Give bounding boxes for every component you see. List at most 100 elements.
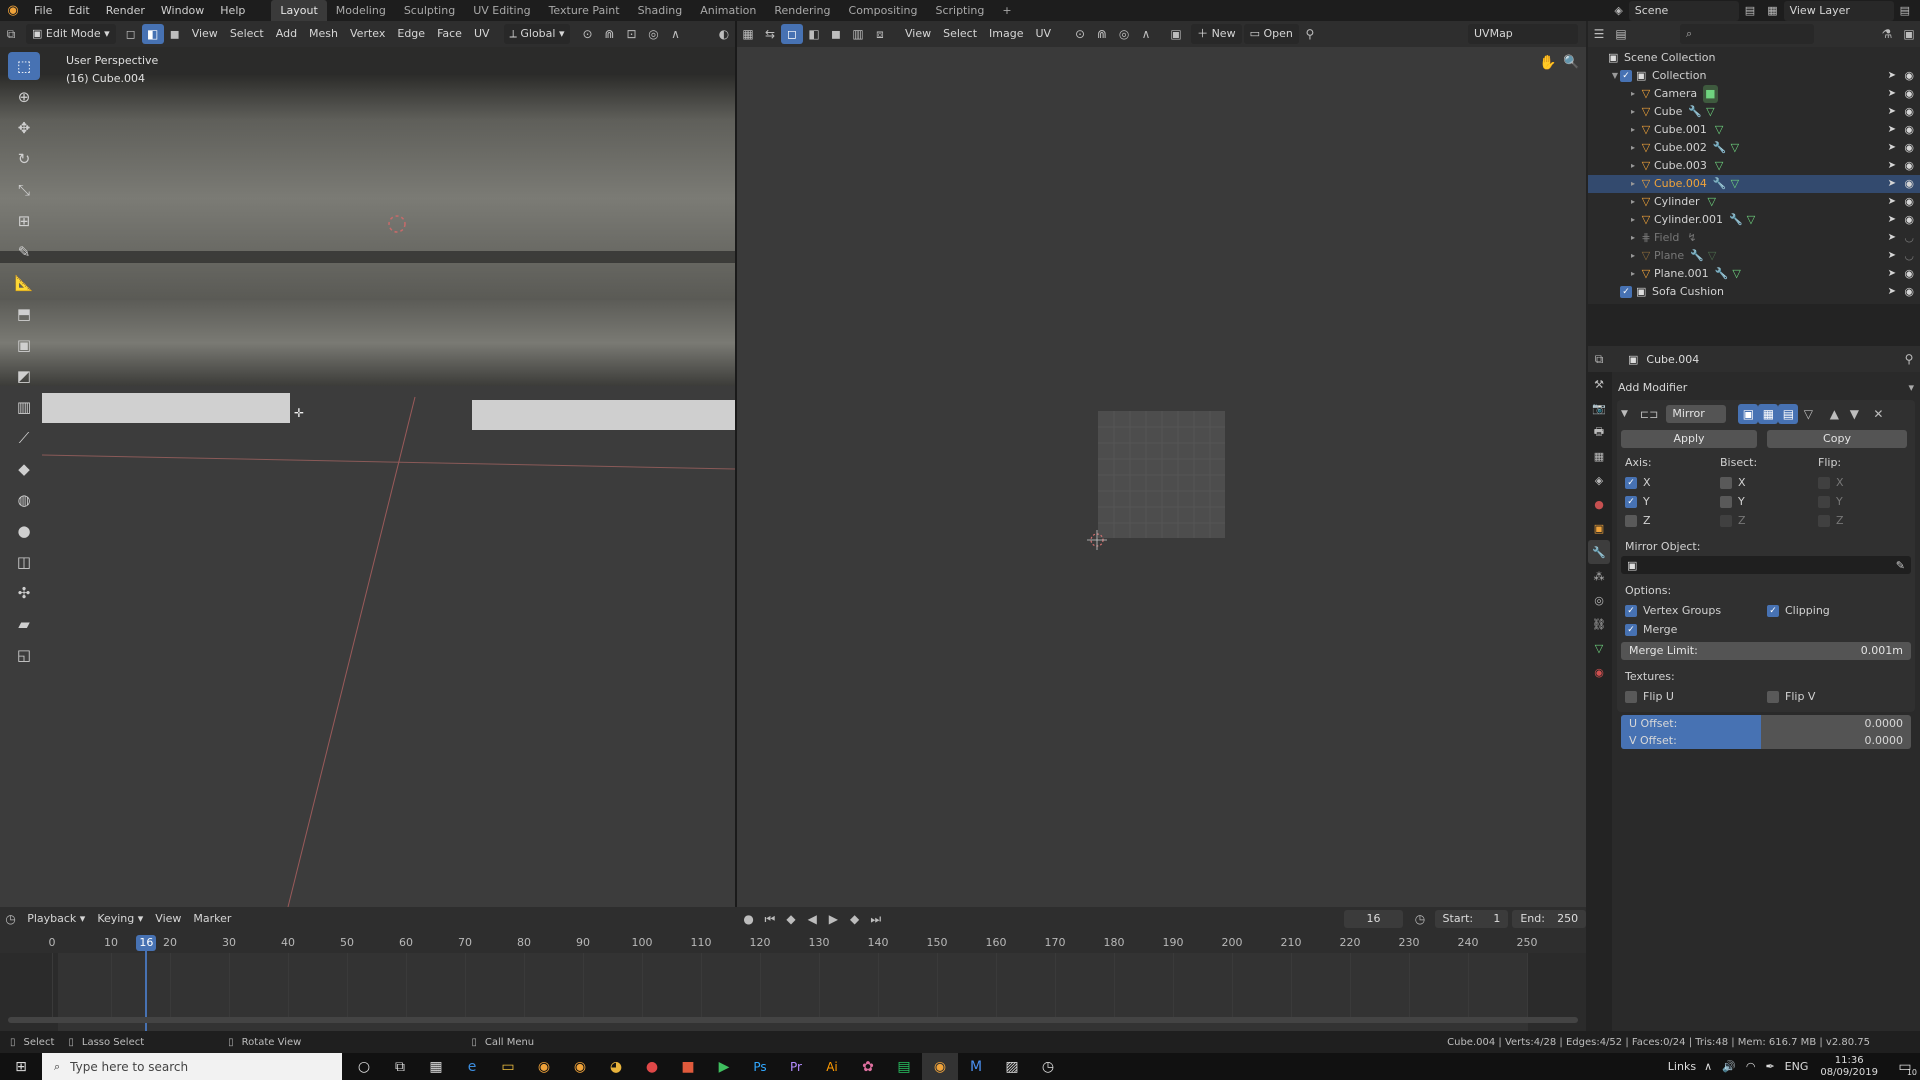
workspace-tab-animation[interactable]: Animation xyxy=(691,0,765,21)
notifications-icon[interactable]: ▭ 10 xyxy=(1890,1053,1920,1080)
flip-v-checkbox[interactable]: Flip V xyxy=(1767,690,1815,703)
pivot-point-icon[interactable]: ⊙ xyxy=(576,24,598,44)
color-app-icon[interactable]: ✿ xyxy=(850,1053,886,1080)
outliner-editor-type-icon[interactable]: ☰ xyxy=(1588,24,1610,44)
data-properties-tab-icon[interactable]: ▽ xyxy=(1588,636,1610,660)
menu-edge[interactable]: Edge xyxy=(391,24,431,44)
overlay-icon[interactable]: ◐ xyxy=(713,24,735,44)
collection-include-checkbox[interactable]: ✓ xyxy=(1620,286,1632,298)
menu-window[interactable]: Window xyxy=(153,0,212,21)
3d-viewport[interactable]: ✛ User Perspective (16) Cube.004 xyxy=(0,47,735,907)
uv-menu-uv[interactable]: UV xyxy=(1030,24,1058,44)
annotate-tool-icon[interactable]: ✎ xyxy=(8,238,40,266)
visibility-eye-icon[interactable]: ◉ xyxy=(1904,85,1914,103)
properties-editor-type-icon[interactable]: ⧉ xyxy=(1588,349,1610,369)
menu-playback[interactable]: Playback ▾ xyxy=(21,909,91,929)
play-reverse-icon[interactable]: ◀ xyxy=(802,909,823,929)
collapse-arrow-icon[interactable]: ▼ xyxy=(1621,409,1628,419)
selectable-arrow-icon[interactable]: ➤ xyxy=(1888,283,1896,301)
outliner-item-plane-001[interactable]: ▸ ▽ Plane.001 🔧 ▽ ➤ ◉ xyxy=(1588,265,1920,283)
transform-tool-icon[interactable]: ⊞ xyxy=(8,207,40,235)
tool-properties-tab-icon[interactable]: ⚒ xyxy=(1588,372,1610,396)
menu-mesh[interactable]: Mesh xyxy=(303,24,344,44)
workspace-tab-modeling[interactable]: Modeling xyxy=(327,0,395,21)
extrude-tool-icon[interactable]: ⬒ xyxy=(8,300,40,328)
uv-face-select-icon[interactable]: ◼ xyxy=(825,24,847,44)
physics-properties-tab-icon[interactable]: ◎ xyxy=(1588,588,1610,612)
snap-target-icon[interactable]: ⊡ xyxy=(620,24,642,44)
constraints-properties-tab-icon[interactable]: ⛓ xyxy=(1588,612,1610,636)
outliner-item-cube-002[interactable]: ▸ ▽ Cube.002 🔧 ▽ ➤ ◉ xyxy=(1588,139,1920,157)
menu-marker[interactable]: Marker xyxy=(187,909,237,929)
clock-app-icon[interactable]: ◷ xyxy=(1030,1053,1066,1080)
zoom-view-icon[interactable]: 🔍 xyxy=(1563,55,1579,70)
workspace-tab-layout[interactable]: Layout xyxy=(271,0,327,21)
green-app-icon[interactable]: ▤ xyxy=(886,1053,922,1080)
cursor-tool-icon[interactable]: ⊕ xyxy=(8,83,40,111)
preview-range-icon[interactable]: ◷ xyxy=(1409,909,1430,929)
sync-selection-icon[interactable]: ⇆ xyxy=(759,24,781,44)
merge-checkbox[interactable]: ✓ Merge xyxy=(1625,623,1677,636)
bisect-z-checkbox[interactable]: Z xyxy=(1720,514,1746,527)
render-display-icon[interactable]: ▽ xyxy=(1798,404,1818,424)
pin-icon[interactable]: ⚲ xyxy=(1299,24,1321,44)
world-properties-tab-icon[interactable]: ● xyxy=(1588,492,1610,516)
falloff-icon[interactable]: ∧ xyxy=(664,24,686,44)
premiere-icon[interactable]: Pr xyxy=(778,1053,814,1080)
remove-modifier-icon[interactable]: ✕ xyxy=(1868,404,1888,424)
hidden-eye-icon[interactable]: ◡ xyxy=(1904,229,1914,247)
shrink-fatten-tool-icon[interactable]: ✣ xyxy=(8,579,40,607)
blender-logo-icon[interactable]: ◉ xyxy=(0,3,26,18)
copy-button[interactable]: Copy xyxy=(1767,430,1907,448)
workspace-tab-scripting[interactable]: Scripting xyxy=(926,0,993,21)
jump-keyframe-forward-icon[interactable]: ◆ xyxy=(844,909,865,929)
illustrator-icon[interactable]: Ai xyxy=(814,1053,850,1080)
outliner-item-cube[interactable]: ▸ ▽ Cube 🔧 ▽ ➤ ◉ xyxy=(1588,103,1920,121)
end-frame-field[interactable]: End: 250 xyxy=(1512,910,1587,928)
menu-edit[interactable]: Edit xyxy=(60,0,97,21)
new-image-button[interactable]: ＋ New xyxy=(1191,24,1242,44)
outliner-search[interactable]: ⌕ xyxy=(1680,24,1814,44)
file-explorer-icon[interactable]: ▭ xyxy=(490,1053,526,1080)
m-app-icon[interactable]: M xyxy=(958,1053,994,1080)
sticky-selection-icon[interactable]: ⧈ xyxy=(869,24,891,44)
playhead-frame-badge[interactable]: 16 xyxy=(136,935,157,951)
uv-vertex-select-icon[interactable]: ◻ xyxy=(781,24,803,44)
modifier-properties-tab-icon[interactable]: 🔧 xyxy=(1588,540,1610,564)
uv-proportional-icon[interactable]: ◎ xyxy=(1113,24,1135,44)
uv-menu-image[interactable]: Image xyxy=(983,24,1029,44)
timeline-scrollbar[interactable] xyxy=(8,1017,1578,1023)
photos-icon[interactable]: ▨ xyxy=(994,1053,1030,1080)
knife-tool-icon[interactable]: ⟋ xyxy=(8,424,40,452)
red-app-icon[interactable]: ● xyxy=(634,1053,670,1080)
bisect-y-checkbox[interactable]: Y xyxy=(1720,495,1745,508)
blender-taskbar-icon-2[interactable]: ◉ xyxy=(562,1053,598,1080)
selectable-arrow-icon[interactable]: ➤ xyxy=(1888,157,1896,175)
filter-icon[interactable]: ⚗ xyxy=(1876,24,1898,44)
new-collection-icon[interactable]: ▣ xyxy=(1898,24,1920,44)
selectable-arrow-icon[interactable]: ➤ xyxy=(1888,139,1896,157)
visibility-eye-icon[interactable]: ◉ xyxy=(1904,67,1914,85)
modifier-name-field[interactable]: Mirror xyxy=(1666,405,1727,423)
rotate-tool-icon[interactable]: ↻ xyxy=(8,145,40,173)
uv-editor-type-icon[interactable]: ▦ xyxy=(737,24,759,44)
render-properties-tab-icon[interactable]: 📷 xyxy=(1588,396,1610,420)
add-workspace-button[interactable]: + xyxy=(993,0,1020,21)
object-properties-tab-icon[interactable]: ▣ xyxy=(1588,516,1610,540)
axis-y-checkbox[interactable]: ✓ Y xyxy=(1625,495,1650,508)
workspace-tab-shading[interactable]: Shading xyxy=(629,0,692,21)
material-properties-tab-icon[interactable]: ◉ xyxy=(1588,660,1610,684)
poly-build-tool-icon[interactable]: ◆ xyxy=(8,455,40,483)
bevel-tool-icon[interactable]: ◩ xyxy=(8,362,40,390)
menu-render[interactable]: Render xyxy=(98,0,153,21)
jump-start-icon[interactable]: ⏮ xyxy=(759,909,780,929)
visibility-eye-icon[interactable]: ◉ xyxy=(1904,121,1914,139)
menu-vertex[interactable]: Vertex xyxy=(344,24,391,44)
view-layer-selector[interactable]: View Layer xyxy=(1783,0,1894,21)
output-properties-tab-icon[interactable]: 🖶 xyxy=(1588,420,1610,444)
axis-z-checkbox[interactable]: Z xyxy=(1625,514,1651,527)
visibility-eye-icon[interactable]: ◉ xyxy=(1904,157,1914,175)
visibility-eye-icon[interactable]: ◉ xyxy=(1904,103,1914,121)
uv-editor[interactable]: ✋ 🔍 xyxy=(737,47,1586,907)
selectable-arrow-icon[interactable]: ➤ xyxy=(1888,265,1896,283)
